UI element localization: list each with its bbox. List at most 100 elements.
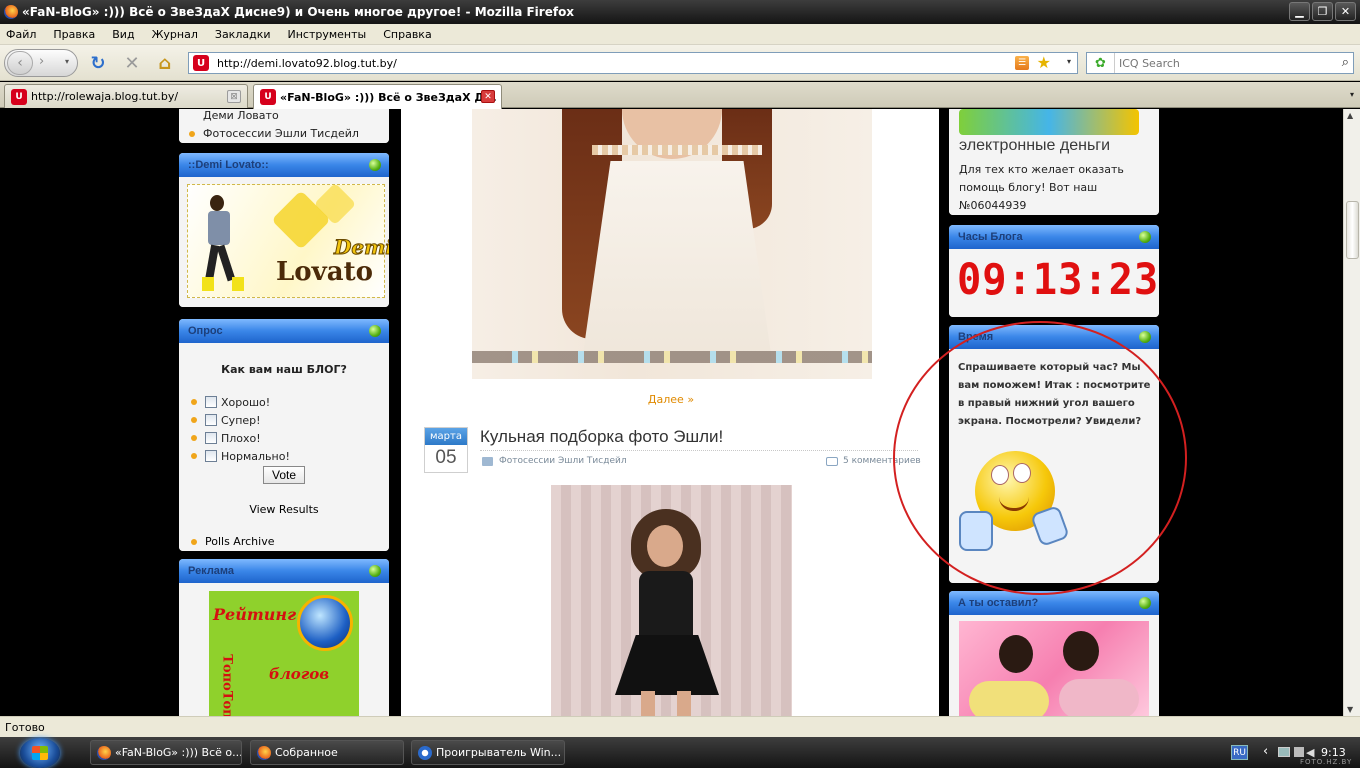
poll-option[interactable]: Хорошо! (191, 393, 290, 411)
bullet-icon (189, 131, 195, 137)
post-photo-ashley[interactable] (551, 485, 792, 716)
blog-clock-widget: Часы Блога 09:13:23 (949, 225, 1159, 317)
scroll-down-icon[interactable]: ▼ (1347, 705, 1353, 714)
tab-rolewaja[interactable]: U http://rolewaja.blog.tut.by/ ⊠ (4, 84, 248, 108)
e-money-widget: электронные деньги Для тех кто желает ок… (949, 109, 1159, 215)
post-photo-dress[interactable] (472, 109, 872, 379)
e-money-logo[interactable] (959, 109, 1139, 135)
folder-icon (482, 456, 493, 466)
address-url[interactable]: http://demi.lovato92.blog.tut.by/ (217, 57, 397, 70)
search-input[interactable] (1115, 56, 1325, 70)
post-day: 05 (435, 447, 457, 468)
bullet-icon (191, 435, 197, 441)
green-ball-icon (1139, 597, 1151, 609)
reload-button[interactable]: ↻ (86, 51, 110, 75)
tab-fan-blog[interactable]: U «FaN-BloG» :))) Всё о ЗвеЗдаХ Д... ✕ (253, 84, 502, 109)
poll-option[interactable]: Супер! (191, 411, 290, 429)
site-favicon: U (193, 55, 209, 71)
bullet-icon (191, 399, 197, 405)
taskbar-collected[interactable]: Собранное (250, 740, 404, 765)
green-ball-icon (369, 325, 381, 337)
green-ball-icon (1139, 231, 1151, 243)
firefox-icon (4, 5, 18, 19)
monitor-icon[interactable] (1294, 747, 1304, 757)
minimize-button[interactable]: ▁ (1289, 2, 1310, 21)
network-icon[interactable] (1278, 747, 1290, 757)
menu-tools[interactable]: Инструменты (288, 28, 367, 41)
category-link[interactable]: Фотосессии Эшли Тисдейл (189, 127, 389, 143)
menu-edit[interactable]: Правка (53, 28, 95, 41)
watermark-strip (472, 351, 872, 363)
menu-file[interactable]: Файл (6, 28, 36, 41)
media-player-icon (418, 746, 432, 760)
menu-view[interactable]: Вид (112, 28, 134, 41)
address-bar[interactable]: U http://demi.lovato92.blog.tut.by/ ☰ ★ … (188, 52, 1078, 74)
poll-widget: Опрос Как вам наш БЛОГ? Хорошо! Супер! П… (179, 319, 389, 551)
polls-archive-link[interactable]: Polls Archive (191, 535, 274, 548)
restore-button[interactable]: ❐ (1312, 2, 1333, 21)
demi-lovato-banner[interactable]: Demi Lovato (187, 182, 389, 298)
tab-close-icon[interactable]: ✕ (481, 90, 495, 103)
did-you-leave-widget: А ты оставил? (949, 591, 1159, 716)
poll-checkbox[interactable] (205, 450, 217, 462)
tab-close-icon[interactable]: ⊠ (227, 90, 241, 103)
scrollbar-thumb[interactable] (1346, 201, 1359, 259)
e-money-logo-text: электронные деньги (959, 137, 1111, 154)
search-engine-icon[interactable]: ✿ (1087, 53, 1115, 73)
start-button[interactable] (20, 738, 60, 768)
blog-rating-banner[interactable]: Рейтинг блогов ТопоТоп (209, 591, 359, 716)
tabs-list-dropdown[interactable]: ▾ (1350, 90, 1354, 99)
taskbar: «FaN-BloG» :))) Всё о... Собранное Проиг… (0, 737, 1360, 768)
window-title: «FaN-BloG» :))) Всё о ЗвеЗдаХ Дисне9) и … (22, 5, 575, 19)
main-content: Далее » марта 05 Кульная подборка фото Э… (401, 109, 939, 716)
menu-bookmarks[interactable]: Закладки (215, 28, 271, 41)
search-go-icon[interactable]: ⌕ (1342, 55, 1349, 70)
vertical-scrollbar[interactable]: ▲ ▼ (1343, 109, 1360, 716)
language-indicator[interactable]: RU (1231, 745, 1248, 760)
status-text: Готово (5, 721, 45, 734)
poll-option[interactable]: Нормально! (191, 447, 290, 465)
post-category[interactable]: Фотосессии Эшли Тисдейл (482, 456, 627, 466)
menu-help[interactable]: Справка (383, 28, 431, 41)
bullet-icon (191, 417, 197, 423)
history-dropdown[interactable]: ▾ (65, 57, 69, 66)
poll-option[interactable]: Плохо! (191, 429, 290, 447)
tab-favicon: U (260, 89, 276, 105)
taskbar-media-player[interactable]: Проигрыватель Win... (411, 740, 565, 765)
view-results-link[interactable]: View Results (179, 503, 389, 516)
post-month: марта (425, 428, 467, 445)
read-more-link[interactable]: Далее » (401, 393, 941, 406)
forward-button[interactable]: › (39, 54, 44, 69)
widget-header: Реклама (179, 559, 389, 583)
search-bar[interactable]: ✿ ⌕ (1086, 52, 1354, 74)
url-history-dropdown[interactable]: ▾ (1067, 57, 1071, 66)
comment-icon (826, 456, 838, 466)
windows-logo-icon (32, 746, 48, 760)
status-bar: Готово (0, 716, 1360, 737)
close-window-button[interactable]: ✕ (1335, 2, 1356, 21)
friends-photo[interactable] (959, 621, 1149, 716)
post-title[interactable]: Кульная подборка фото Эшли! (480, 427, 723, 447)
tray-expand-icon[interactable]: ‹ (1263, 744, 1268, 759)
banner-word: Lovato (276, 257, 373, 287)
scroll-up-icon[interactable]: ▲ (1347, 111, 1353, 120)
bookmark-star-icon[interactable]: ★ (1037, 53, 1051, 72)
back-button[interactable]: ‹ (7, 51, 33, 75)
home-button[interactable]: ⌂ (153, 51, 177, 75)
poll-checkbox[interactable] (205, 414, 217, 426)
widget-header: Опрос (179, 319, 389, 343)
firefox-icon (97, 746, 111, 760)
poll-checkbox[interactable] (205, 396, 217, 408)
vote-button[interactable]: Vote (262, 466, 306, 484)
bullet-icon (191, 539, 197, 545)
poll-checkbox[interactable] (205, 432, 217, 444)
menu-history[interactable]: Журнал (152, 28, 198, 41)
rss-feed-icon[interactable]: ☰ (1015, 56, 1029, 70)
banner-word: Demi (334, 235, 389, 260)
taskbar-firefox[interactable]: «FaN-BloG» :))) Всё о... (90, 740, 242, 765)
widget-header: А ты оставил? (949, 591, 1159, 615)
bullet-icon (191, 453, 197, 459)
green-ball-icon (369, 159, 381, 171)
category-link[interactable]: Деми Ловато (189, 109, 389, 127)
stop-button[interactable]: ✕ (120, 51, 144, 75)
